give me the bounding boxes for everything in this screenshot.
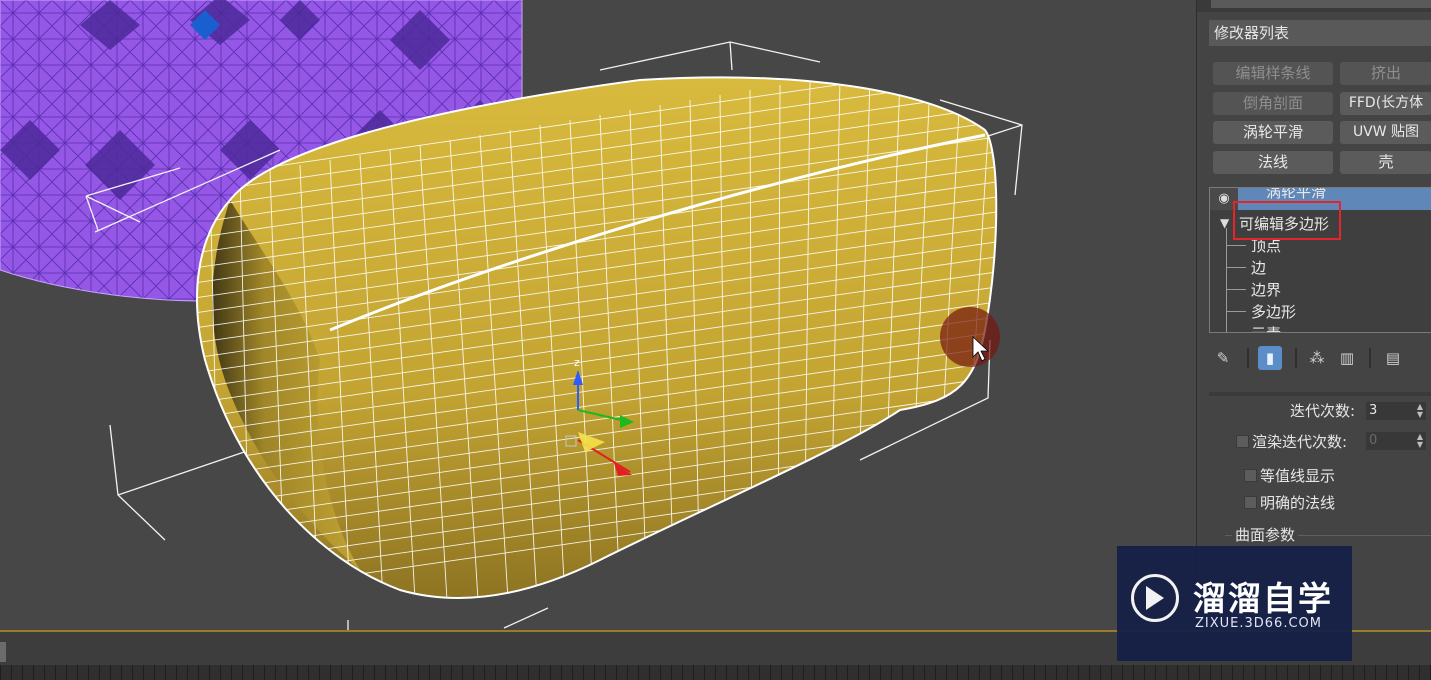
configure-modifier-sets-icon[interactable]: ▤ bbox=[1381, 346, 1405, 370]
watermark: 溜溜自学 ZIXUE.3D66.COM bbox=[1117, 546, 1352, 661]
spinner-arrows-icon[interactable]: ▲ ▼ bbox=[1417, 433, 1423, 449]
expand-triangle-icon[interactable]: ▼ bbox=[1220, 216, 1229, 230]
iterations-label: 迭代次数: bbox=[1290, 402, 1356, 420]
show-end-result-icon[interactable]: ▮ bbox=[1258, 346, 1282, 370]
isoline-display-checkbox[interactable] bbox=[1244, 469, 1257, 482]
iterations-spinner[interactable]: 3 ▲ ▼ bbox=[1366, 402, 1426, 420]
cursor-highlight bbox=[940, 307, 1000, 367]
rollout-divider bbox=[1209, 392, 1431, 396]
render-iters-spinner[interactable]: 0 ▲ ▼ bbox=[1366, 432, 1426, 450]
explicit-normals-label: 明确的法线 bbox=[1260, 494, 1336, 512]
modifier-button-normal[interactable]: 法线 bbox=[1213, 151, 1333, 174]
modifier-button-ffd-box[interactable]: FFD(长方体 bbox=[1340, 92, 1431, 115]
isoline-display-label: 等值线显示 bbox=[1260, 467, 1336, 485]
modifier-button-bevel-profile[interactable]: 倒角剖面 bbox=[1213, 92, 1333, 115]
panel-top-strip bbox=[1197, 0, 1431, 12]
modifier-list-dropdown[interactable]: 修改器列表 bbox=[1209, 20, 1431, 46]
modifier-button-extrude[interactable]: 挤出 bbox=[1340, 62, 1431, 85]
eye-icon[interactable]: ◉ bbox=[1210, 188, 1238, 210]
spinner-arrows-icon[interactable]: ▲ ▼ bbox=[1417, 403, 1423, 419]
render-iters-checkbox[interactable] bbox=[1236, 435, 1249, 448]
sub-object-polygon[interactable]: 多边形 bbox=[1251, 301, 1296, 322]
stack-item-editable-poly[interactable]: 可编辑多边形 bbox=[1239, 213, 1329, 234]
gizmo-z-label: z bbox=[574, 356, 580, 369]
modifier-button-edit-spline[interactable]: 编辑样条线 bbox=[1213, 62, 1333, 85]
viewport-scene: z bbox=[0, 0, 1023, 632]
stack-item-turbosmooth[interactable]: ◉ 涡轮平滑 bbox=[1210, 188, 1431, 210]
render-iters-label: 渲染迭代次数: bbox=[1252, 433, 1348, 451]
modifier-stack[interactable]: ◉ 涡轮平滑 ▼ 可编辑多边形 顶点 边 边界 多边形 元素 bbox=[1209, 187, 1431, 333]
sub-object-element[interactable]: 元素 bbox=[1251, 323, 1281, 332]
modifier-button-uvw-map[interactable]: UVW 贴图 bbox=[1340, 121, 1431, 144]
modifier-stack-toolbar: ✎ ▮ ⁂ ▥ ▤ bbox=[1209, 342, 1431, 374]
sub-object-edge[interactable]: 边 bbox=[1251, 257, 1266, 278]
sub-object-vertex[interactable]: 顶点 bbox=[1251, 235, 1281, 256]
perspective-viewport[interactable]: z bbox=[0, 0, 1196, 632]
sub-object-border[interactable]: 边界 bbox=[1251, 279, 1281, 300]
watermark-title: 溜溜自学 bbox=[1193, 579, 1333, 618]
watermark-subtitle: ZIXUE.3D66.COM bbox=[1195, 616, 1322, 631]
make-unique-icon[interactable]: ⁂ bbox=[1305, 346, 1329, 370]
play-logo-icon bbox=[1131, 574, 1179, 622]
remove-modifier-icon[interactable]: ▥ bbox=[1335, 346, 1359, 370]
time-slider-handle[interactable] bbox=[0, 642, 6, 662]
modifier-button-turbosmooth[interactable]: 涡轮平滑 bbox=[1213, 121, 1333, 144]
surface-params-title[interactable]: 曲面参数 bbox=[1232, 524, 1299, 545]
explicit-normals-checkbox[interactable] bbox=[1244, 496, 1257, 509]
modifier-button-shell[interactable]: 壳 bbox=[1340, 151, 1431, 174]
pin-icon[interactable]: ✎ bbox=[1211, 346, 1235, 370]
